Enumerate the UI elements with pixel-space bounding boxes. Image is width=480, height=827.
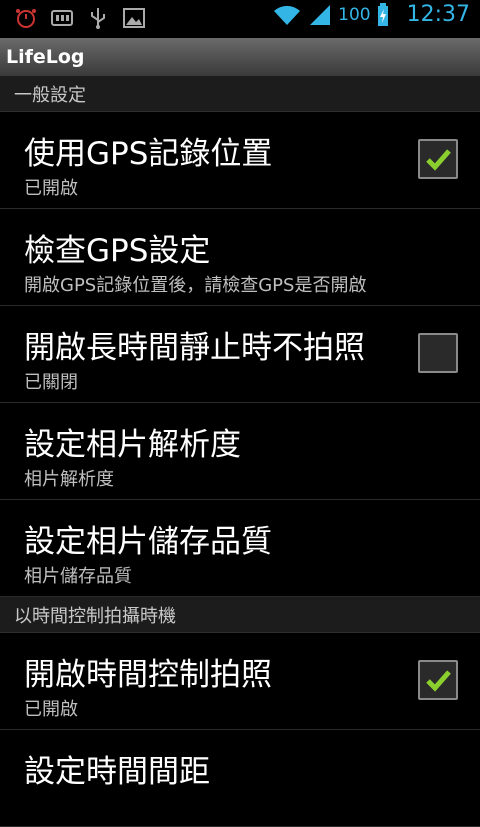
pref-title: 開啟時間控制拍照 <box>24 657 272 693</box>
battery-charging-icon <box>377 2 389 27</box>
category-general-settings: 一般設定 <box>0 76 480 112</box>
system-icons: 100 12:37 <box>272 2 470 27</box>
wifi-icon <box>272 3 302 27</box>
app-title-bar: LifeLog <box>0 38 480 76</box>
pref-summary: 相片儲存品質 <box>24 566 132 587</box>
pref-summary: 開啟GPS記錄位置後，請檢查GPS是否開啟 <box>24 275 367 296</box>
pref-title: 設定相片解析度 <box>24 427 241 463</box>
pref-summary: 已關閉 <box>24 372 78 393</box>
pref-title: 使用GPS記錄位置 <box>24 136 273 172</box>
alarm-icon <box>14 6 38 30</box>
check-icon <box>426 149 451 171</box>
pref-summary: 已開啟 <box>24 178 78 199</box>
status-bar: 100 12:37 <box>0 0 480 38</box>
pref-summary: 相片解析度 <box>24 469 114 490</box>
no-photo-when-idle-checkbox[interactable] <box>418 333 458 373</box>
use-gps-checkbox[interactable] <box>418 139 458 179</box>
preference-list[interactable]: 一般設定 使用GPS記錄位置 已開啟 檢查GPS設定 開啟GPS記錄位置後，請檢… <box>0 76 480 827</box>
image-icon <box>122 6 146 30</box>
battery-percent: 100 <box>338 4 371 25</box>
category-label: 以時間控制拍攝時機 <box>14 605 176 627</box>
pref-title: 檢查GPS設定 <box>24 233 211 269</box>
pref-check-gps-settings[interactable]: 檢查GPS設定 開啟GPS記錄位置後，請檢查GPS是否開啟 <box>0 209 480 306</box>
pref-no-photo-when-idle[interactable]: 開啟長時間靜止時不拍照 已關閉 <box>0 306 480 403</box>
pref-title: 開啟長時間靜止時不拍照 <box>24 330 365 366</box>
clock: 12:37 <box>406 2 470 27</box>
pref-title: 設定時間間距 <box>24 754 210 790</box>
app-title: LifeLog <box>6 46 85 68</box>
check-icon <box>426 670 451 692</box>
storage-icon <box>50 6 74 30</box>
pref-title: 設定相片儲存品質 <box>24 524 272 560</box>
pref-enable-timed-photo[interactable]: 開啟時間控制拍照 已開啟 <box>0 633 480 730</box>
category-label: 一般設定 <box>14 84 86 106</box>
enable-timed-photo-checkbox[interactable] <box>418 660 458 700</box>
signal-icon <box>308 3 332 27</box>
category-time-control: 以時間控制拍攝時機 <box>0 597 480 633</box>
notification-icons <box>14 6 146 30</box>
pref-use-gps[interactable]: 使用GPS記錄位置 已開啟 <box>0 112 480 209</box>
pref-photo-resolution[interactable]: 設定相片解析度 相片解析度 <box>0 403 480 500</box>
usb-icon <box>86 6 110 30</box>
pref-photo-quality[interactable]: 設定相片儲存品質 相片儲存品質 <box>0 500 480 597</box>
pref-time-interval[interactable]: 設定時間間距 <box>0 730 480 827</box>
pref-summary: 已開啟 <box>24 699 78 720</box>
